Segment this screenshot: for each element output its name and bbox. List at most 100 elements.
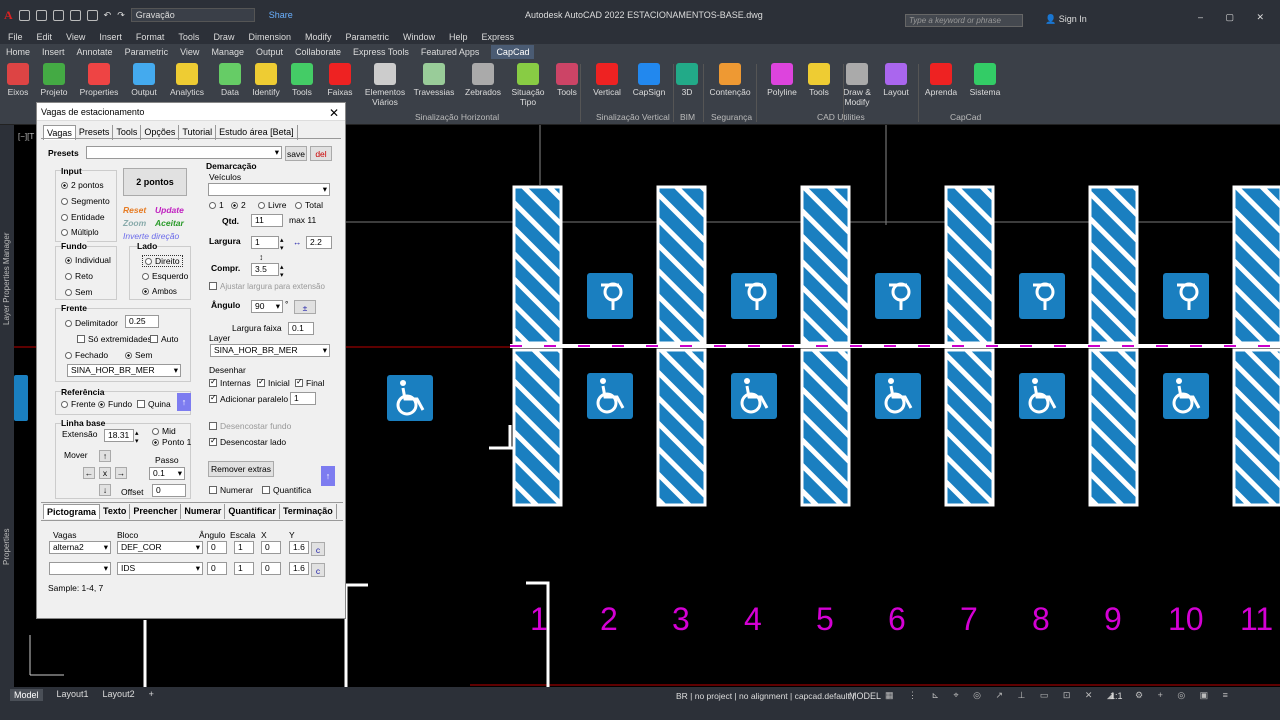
- menu-tools[interactable]: Tools: [178, 32, 199, 42]
- share-button[interactable]: Share: [269, 10, 293, 20]
- ribbon-tab-annotate[interactable]: Annotate: [77, 47, 113, 57]
- frente-layer-select[interactable]: SINA_HOR_BR_MER ▾: [67, 364, 181, 377]
- new-file-icon[interactable]: [18, 9, 30, 21]
- open-file-icon[interactable]: [35, 9, 47, 21]
- ribbon-button-10[interactable]: Travessias: [412, 63, 456, 97]
- left-palette-strip[interactable]: Layer Properties Manager Properties: [0, 125, 14, 687]
- lado-direito-radio[interactable]: Direito: [142, 255, 183, 267]
- input-multiplo-radio[interactable]: Múltiplo: [61, 228, 99, 237]
- update-link[interactable]: Update: [155, 205, 184, 215]
- ribbon-button-11[interactable]: Zebrados: [461, 63, 505, 97]
- layout-tab-layout1[interactable]: Layout1: [57, 689, 89, 701]
- menu-view[interactable]: View: [66, 32, 85, 42]
- menu-express[interactable]: Express: [482, 32, 515, 42]
- annotation-scale[interactable]: 1:1: [1110, 691, 1123, 701]
- move-center-button[interactable]: x: [99, 467, 111, 479]
- grid-y-input[interactable]: 1.6: [289, 541, 309, 554]
- delimitador-radio[interactable]: Delimitador: [65, 318, 118, 328]
- properties-tab[interactable]: Properties: [2, 529, 11, 565]
- numerar-checkbox[interactable]: Numerar: [209, 485, 253, 495]
- lado-esquerdo-radio[interactable]: Esquerdo: [142, 271, 188, 281]
- ribbon-tab-featured-apps[interactable]: Featured Apps: [421, 47, 480, 57]
- viewport-controls[interactable]: [−][T: [18, 132, 34, 141]
- menu-modify[interactable]: Modify: [305, 32, 332, 42]
- grid-angulo-input[interactable]: 0: [207, 541, 227, 554]
- save-as-icon[interactable]: [69, 9, 81, 21]
- inverte-direcao-link[interactable]: Inverte direção: [123, 231, 179, 241]
- search-input[interactable]: Type a keyword or phrase: [905, 14, 1023, 27]
- ribbon-button-9[interactable]: Elementos Viários: [363, 63, 407, 107]
- menu-window[interactable]: Window: [403, 32, 435, 42]
- spinner-icon[interactable]: ▴ ▾: [280, 236, 284, 252]
- ribbon-button-22[interactable]: Aprenda: [919, 63, 963, 97]
- extensao-input[interactable]: 18.31: [104, 429, 134, 442]
- autocad-logo-icon[interactable]: A: [4, 8, 13, 23]
- veiculos-select[interactable]: ▾: [208, 183, 330, 196]
- ribbon-tab-output[interactable]: Output: [256, 47, 283, 57]
- ribbon-tab-home[interactable]: Home: [6, 47, 30, 57]
- veic-total-radio[interactable]: Total: [295, 200, 323, 210]
- up-arrow-icon[interactable]: ↑: [177, 393, 191, 411]
- angulo-select[interactable]: 90 ▾: [251, 300, 283, 313]
- grid-escala-input[interactable]: 1: [234, 541, 254, 554]
- ribbon-button-8[interactable]: Faixas: [318, 63, 362, 97]
- plot-icon[interactable]: [86, 9, 98, 21]
- grid-escala-input[interactable]: 1: [234, 562, 254, 575]
- grid-x-input[interactable]: 0: [261, 562, 281, 575]
- mid-radio[interactable]: Mid: [152, 426, 176, 436]
- layer-properties-manager-tab[interactable]: Layer Properties Manager: [2, 233, 11, 326]
- veic-livre-radio[interactable]: Livre: [258, 200, 286, 210]
- largura-faixa-input[interactable]: 0.1: [288, 322, 314, 335]
- passo-select[interactable]: 0.1 ▾: [149, 467, 185, 480]
- grid-bloco-select[interactable]: DEF_COR ▾: [117, 541, 203, 554]
- ribbon-button-23[interactable]: Sistema: [963, 63, 1007, 97]
- pick-angle-button[interactable]: ±: [294, 300, 316, 314]
- input-segmento-radio[interactable]: Segmento: [61, 196, 110, 206]
- layout-tab-model[interactable]: Model: [10, 689, 43, 701]
- sign-in-button[interactable]: 👤 Sign In: [1045, 14, 1087, 25]
- auto-checkbox[interactable]: Auto: [150, 334, 179, 344]
- grid-vagas-select[interactable]: alterna2 ▾: [49, 541, 111, 554]
- offset-input[interactable]: 0: [152, 484, 186, 497]
- model-space-toggle[interactable]: MODEL: [849, 691, 881, 701]
- so-extremidades-checkbox[interactable]: Só extremidades: [77, 334, 152, 344]
- compr-input[interactable]: 3.5: [251, 263, 279, 276]
- ribbon-tab-view[interactable]: View: [180, 47, 199, 57]
- layout-tab-layout2[interactable]: Layout2: [103, 689, 135, 701]
- menu-insert[interactable]: Insert: [99, 32, 122, 42]
- ribbon-button-1[interactable]: Projeto: [32, 63, 76, 97]
- menu-edit[interactable]: Edit: [37, 32, 53, 42]
- aceitar-link[interactable]: Aceitar: [155, 218, 184, 228]
- grid-vagas-select[interactable]: ▾: [49, 562, 111, 575]
- ribbon-tab-manage[interactable]: Manage: [211, 47, 244, 57]
- ajustar-checkbox[interactable]: Ajustar largura para extensão: [209, 282, 325, 291]
- up-arrow-icon[interactable]: ↑: [321, 466, 335, 486]
- ribbon-button-4[interactable]: Analytics: [165, 63, 209, 97]
- ribbon-button-21[interactable]: Layout: [874, 63, 918, 97]
- add-layout-icon[interactable]: +: [149, 689, 154, 701]
- desencostar-lado-checkbox[interactable]: Desencostar lado: [209, 436, 286, 447]
- grid-x-input[interactable]: 0: [261, 541, 281, 554]
- menu-draw[interactable]: Draw: [213, 32, 234, 42]
- delimitador-input[interactable]: 0.25: [125, 315, 159, 328]
- bottom-tab-terminação[interactable]: Terminação: [280, 504, 337, 519]
- fechado-radio[interactable]: Fechado: [65, 350, 108, 360]
- grid-c-button[interactable]: c: [311, 563, 325, 577]
- ribbon-button-13[interactable]: Tools: [545, 63, 589, 97]
- ribbon-button-2[interactable]: Properties: [77, 63, 121, 97]
- ref-frente-radio[interactable]: Frente: [61, 399, 96, 409]
- largura2-input[interactable]: 2.2: [306, 236, 332, 249]
- ribbon-tab-express-tools[interactable]: Express Tools: [353, 47, 409, 57]
- bottom-tab-texto[interactable]: Texto: [100, 504, 131, 519]
- presets-select[interactable]: ▾: [86, 146, 282, 159]
- paralelo-input[interactable]: 1: [290, 392, 316, 405]
- reset-link[interactable]: Reset: [123, 205, 146, 215]
- move-up-button[interactable]: ↑: [99, 450, 111, 462]
- status-settings-icons[interactable]: ⚙ + ◎ ▣ ≡: [1135, 690, 1234, 701]
- lado-ambos-radio[interactable]: Ambos: [142, 287, 177, 296]
- veic-1-radio[interactable]: 1: [209, 200, 224, 210]
- largura-input[interactable]: 1: [251, 236, 279, 249]
- fundo-individual-radio[interactable]: Individual: [65, 255, 111, 265]
- status-tools-icons[interactable]: ▦ ⋮ ⊾ ⌖ ◎ ↗ ⊥ ▭ ⊡ ✕ ◢: [885, 690, 1120, 701]
- ribbon-tab-insert[interactable]: Insert: [42, 47, 65, 57]
